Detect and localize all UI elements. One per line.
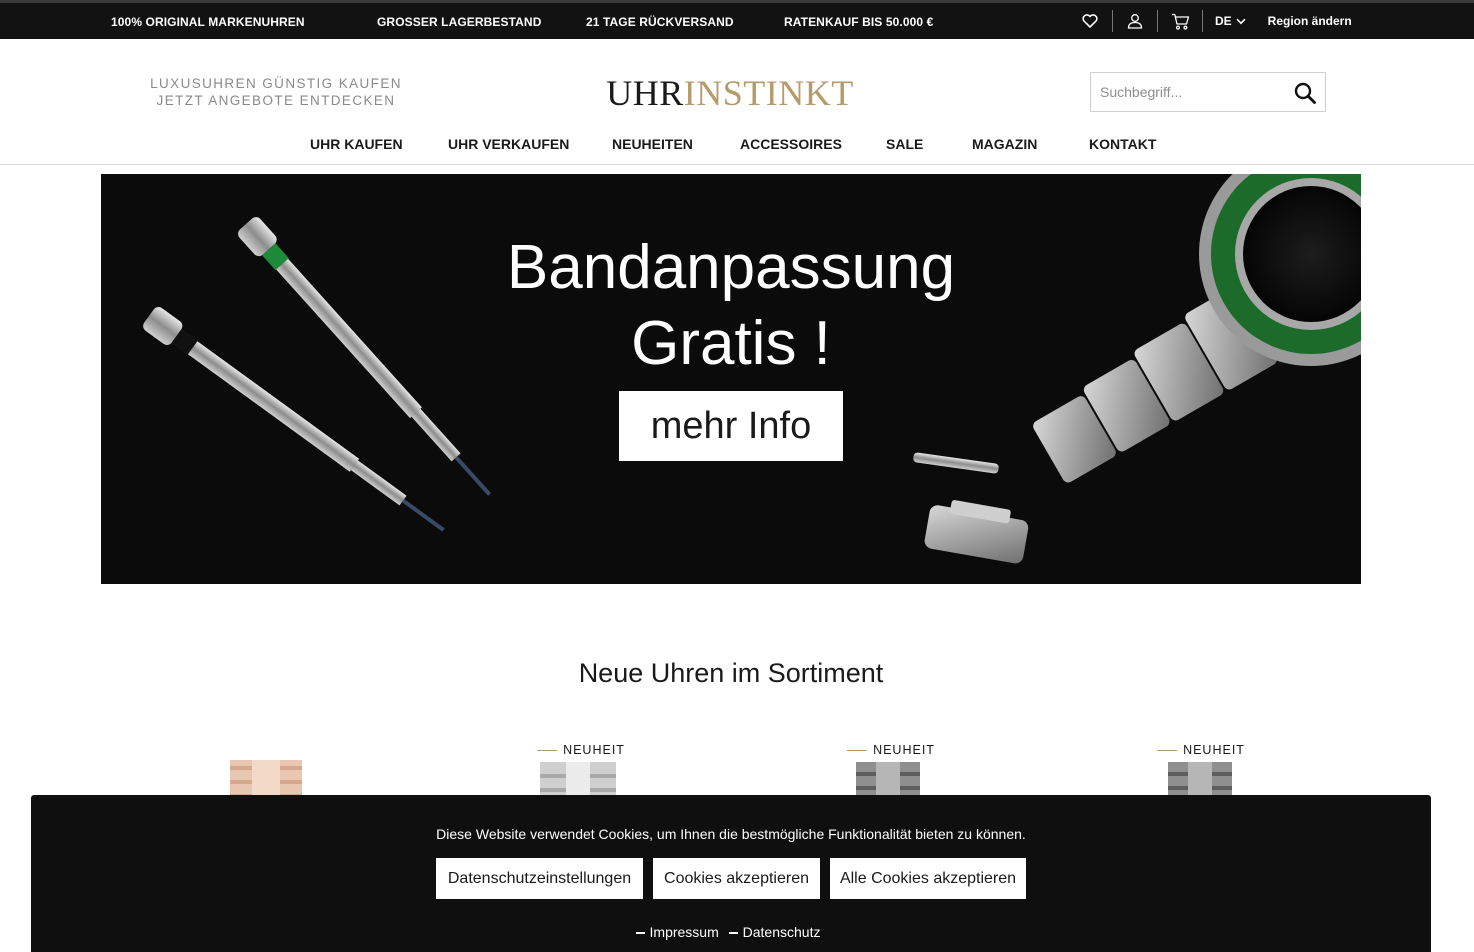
nav-item-sale[interactable]: SALE [886, 136, 923, 152]
nav-item-uhr-kaufen[interactable]: UHR KAUFEN [310, 136, 403, 152]
heart-icon[interactable] [1076, 3, 1104, 39]
hero-headline: Bandanpassung Gratis ! [481, 230, 981, 382]
cookie-links: Impressum Datenschutz [31, 924, 1431, 940]
nav-item-kontakt[interactable]: KONTAKT [1089, 136, 1156, 152]
search-box [1090, 72, 1326, 112]
usp-original: 100% ORIGINAL MARKENUHREN [111, 15, 305, 29]
nav-item-uhr-verkaufen[interactable]: UHR VERKAUFEN [448, 136, 569, 152]
usp-returns: 21 TAGE RÜCKVERSAND [586, 15, 734, 29]
nav-item-accessoires[interactable]: ACCESSOIRES [740, 136, 842, 152]
tagline-line-1: LUXUSUHREN GÜNSTIG KAUFEN [150, 76, 402, 91]
section-title: Neue Uhren im Sortiment [578, 658, 884, 688]
separator [1202, 10, 1203, 32]
search-input[interactable] [1091, 73, 1281, 111]
search-button[interactable] [1291, 79, 1319, 107]
hero-headline-line-2: Gratis ! [631, 309, 831, 378]
dash [635, 932, 645, 935]
product-image[interactable] [226, 760, 306, 800]
user-icon[interactable] [1121, 3, 1149, 39]
cookie-message: Diese Website verwendet Cookies, um Ihne… [436, 826, 1026, 842]
nav-item-neuheiten[interactable]: NEUHEITEN [612, 136, 693, 152]
privacy-settings-button[interactable]: Datenschutzeinstellungen [436, 858, 643, 899]
accept-all-cookies-button[interactable]: Alle Cookies akzeptieren [830, 858, 1026, 899]
site-logo[interactable]: UHRINSTINKT [580, 72, 880, 114]
more-info-button[interactable]: mehr Info [619, 391, 843, 461]
topbar-actions: DE Region ändern [1076, 3, 1352, 39]
dash [728, 932, 738, 935]
top-bar: 100% ORIGINAL MARKENUHREN GROSSER LAGERB… [0, 0, 1474, 39]
impressum-link[interactable]: Impressum [650, 924, 719, 940]
language-selector[interactable]: DE [1215, 14, 1246, 28]
chevron-down-icon [1236, 18, 1246, 24]
datenschutz-link[interactable]: Datenschutz [743, 924, 821, 940]
tagline-line-2: JETZT ANGEBOTE ENTDECKEN [156, 93, 396, 108]
usp-financing: RATENKAUF BIS 50.000 € [784, 15, 934, 29]
main-nav: UHR KAUFEN UHR VERKAUFEN NEUHEITEN ACCES… [0, 124, 1474, 165]
language-code: DE [1215, 14, 1232, 28]
logo-part-1: UHR [606, 73, 684, 113]
hero-headline-line-1: Bandanpassung [506, 233, 956, 302]
product-image[interactable] [1160, 760, 1240, 800]
separator [1157, 10, 1158, 32]
search-icon [1294, 82, 1316, 104]
logo-part-2: INSTINKT [683, 73, 854, 113]
hero-banner[interactable]: Bandanpassung Gratis ! mehr Info [101, 174, 1361, 584]
cart-icon[interactable] [1166, 3, 1194, 39]
header-tagline: LUXUSUHREN GÜNSTIG KAUFEN JETZT ANGEBOTE… [130, 75, 422, 109]
region-link[interactable]: Region ändern [1268, 14, 1352, 28]
cookie-banner: Diese Website verwendet Cookies, um Ihne… [31, 795, 1431, 952]
accept-cookies-button[interactable]: Cookies akzeptieren [653, 858, 820, 899]
product-image[interactable] [848, 760, 928, 800]
separator [1112, 10, 1113, 32]
product-image[interactable] [538, 760, 618, 800]
usp-stock: GROSSER LAGERBESTAND [377, 15, 542, 29]
nav-item-magazin[interactable]: MAGAZIN [972, 136, 1037, 152]
